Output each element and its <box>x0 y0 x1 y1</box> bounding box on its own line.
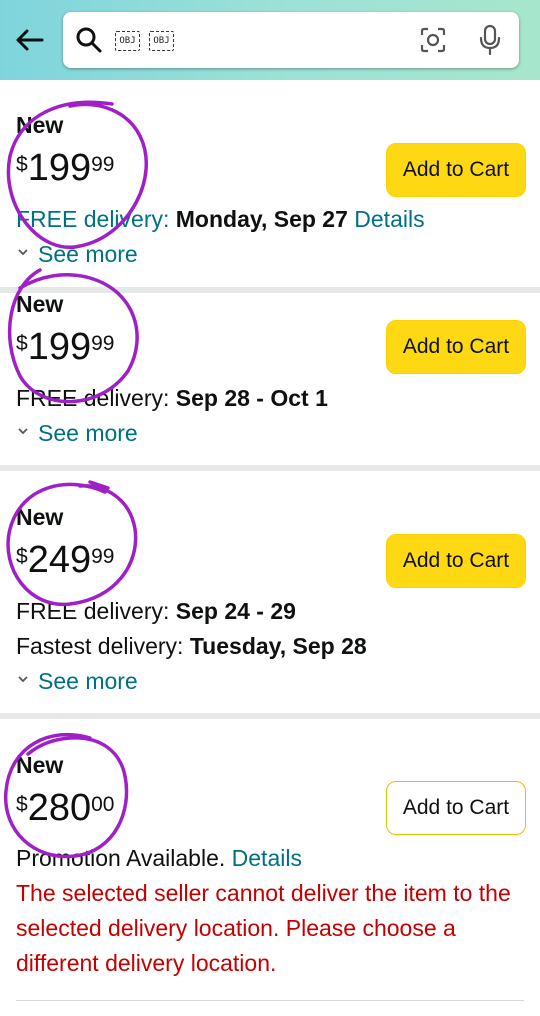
delivery-info: FREE delivery: Sep 24 - 29 <box>16 598 296 625</box>
delivery-date: Monday, Sep 27 <box>175 206 348 232</box>
see-more-label: See more <box>38 420 138 446</box>
price-whole: 249 <box>27 539 92 581</box>
delivery-error-message: The selected seller cannot deliver the i… <box>16 880 511 976</box>
condition-label: New <box>16 752 64 778</box>
microphone-icon[interactable] <box>477 24 503 56</box>
obj-chip: OBJ <box>115 31 140 51</box>
divider <box>0 465 540 471</box>
lens-camera-icon[interactable] <box>419 26 447 54</box>
price-symbol: $ <box>16 545 28 568</box>
see-more-label: See more <box>38 241 138 267</box>
fastest-delivery-info: Fastest delivery: Tuesday, Sep 28 <box>16 633 367 660</box>
price: $ 280 00 <box>16 788 114 828</box>
price-symbol: $ <box>16 153 28 176</box>
price-symbol: $ <box>16 332 28 355</box>
price-fraction: 99 <box>91 545 115 568</box>
back-button[interactable] <box>10 22 48 58</box>
promotion-details-link[interactable]: Details <box>232 845 302 871</box>
search-header: OBJ OBJ <box>0 0 540 80</box>
add-to-cart-button[interactable]: Add to Cart <box>386 320 526 374</box>
price: $ 199 99 <box>16 327 114 367</box>
condition-label: New <box>16 504 64 530</box>
add-to-cart-button[interactable]: Add to Cart <box>386 534 526 588</box>
details-link[interactable]: Details <box>354 206 424 232</box>
price-whole: 280 <box>27 787 92 829</box>
price-whole: 199 <box>27 326 92 368</box>
arrow-left-icon <box>16 29 44 51</box>
price: $ 199 99 <box>16 148 114 188</box>
delivery-date: Sep 28 - Oct 1 <box>175 385 328 411</box>
chevron-down-icon <box>18 427 28 434</box>
promotion-text: Promotion Available. <box>16 845 232 871</box>
delivery-info: FREE delivery: Sep 28 - Oct 1 <box>16 385 328 412</box>
delivery-label: FREE delivery: <box>16 385 176 411</box>
search-input[interactable]: OBJ OBJ <box>63 12 519 68</box>
add-to-cart-button[interactable]: Add to Cart <box>386 143 526 197</box>
price: $ 249 99 <box>16 540 114 580</box>
fastest-date: Tuesday, Sep 28 <box>189 633 367 659</box>
add-to-cart-button[interactable]: Add to Cart <box>386 781 526 835</box>
see-more-label: See more <box>38 668 138 694</box>
price-symbol: $ <box>16 793 28 816</box>
fastest-label: Fastest delivery: <box>16 633 190 659</box>
obj-chip: OBJ <box>149 31 174 51</box>
divider <box>0 713 540 719</box>
see-more-link[interactable]: See more <box>16 241 138 268</box>
delivery-label: FREE delivery: <box>16 206 176 232</box>
price-fraction: 99 <box>91 332 115 355</box>
promotion-info: Promotion Available. Details <box>16 845 302 872</box>
price-whole: 199 <box>27 147 92 189</box>
price-fraction: 00 <box>91 793 115 816</box>
see-more-link[interactable]: See more <box>16 668 138 695</box>
see-more-link[interactable]: See more <box>16 420 138 447</box>
delivery-info: FREE delivery: Monday, Sep 27 Details <box>16 206 425 233</box>
condition-label: New <box>16 291 64 317</box>
condition-label: New <box>16 112 64 138</box>
delivery-label: FREE delivery: <box>16 598 176 624</box>
chevron-down-icon <box>18 248 28 255</box>
divider <box>0 287 540 293</box>
chevron-down-icon <box>18 675 28 682</box>
search-icon[interactable] <box>75 26 103 54</box>
divider <box>16 1000 524 1001</box>
delivery-date: Sep 24 - 29 <box>175 598 296 624</box>
price-fraction: 99 <box>91 153 115 176</box>
